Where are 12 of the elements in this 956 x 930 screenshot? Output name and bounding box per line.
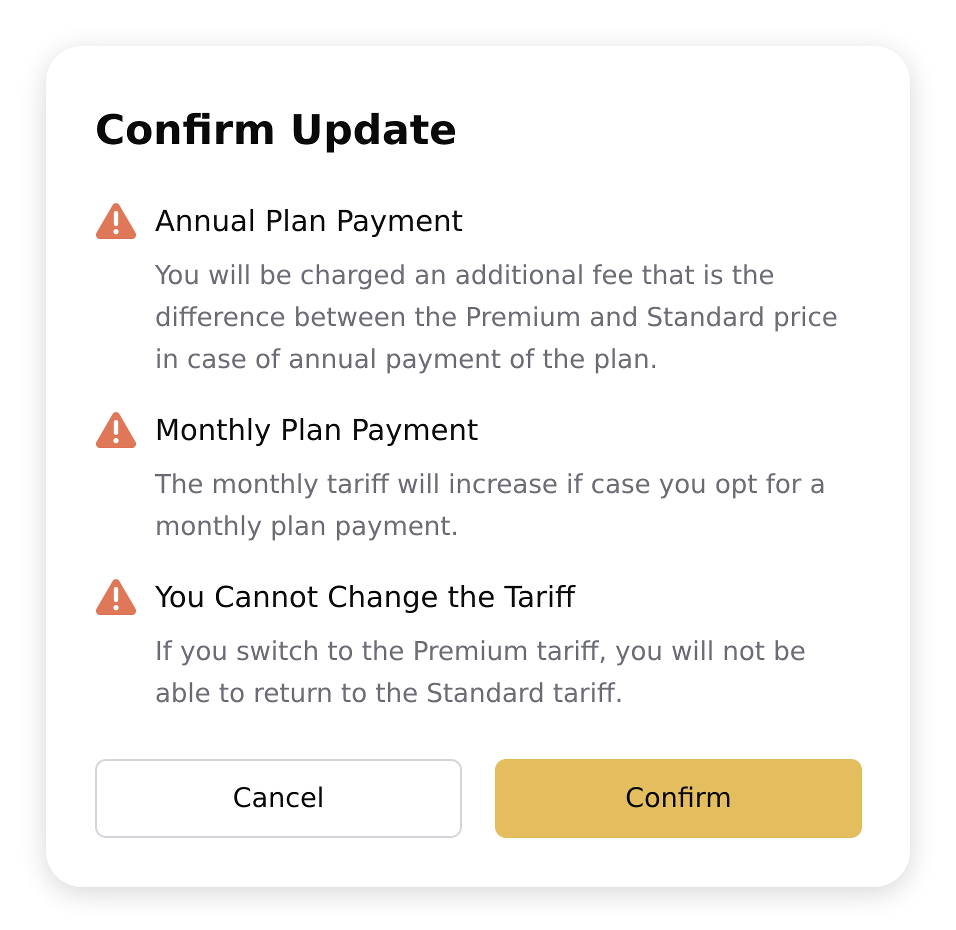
dialog-title: Confirm Update: [95, 105, 458, 156]
warning-icon: [95, 202, 137, 240]
warning-text: If you switch to the Premium tariff, you will not be able to return to the Standard tariff.: [155, 636, 807, 711]
warning-heading: Annual Plan Payment: [155, 203, 464, 239]
warning-heading: You Cannot Change the Tariff: [155, 579, 576, 615]
warning-heading: Monthly Plan Payment: [155, 412, 480, 448]
warning-icon: [95, 578, 137, 616]
warning-icon: [95, 411, 137, 449]
cancel-button[interactable]: Cancel: [95, 759, 462, 838]
confirm-button[interactable]: Confirm: [495, 759, 862, 838]
warning-text: The monthly tariff will increase if case you opt for a monthly plan payment.: [155, 469, 827, 544]
warning-text: You will be charged an additional fee that is the difference between the Premium and Standard price in case of annual payment of the plan.: [155, 260, 839, 377]
